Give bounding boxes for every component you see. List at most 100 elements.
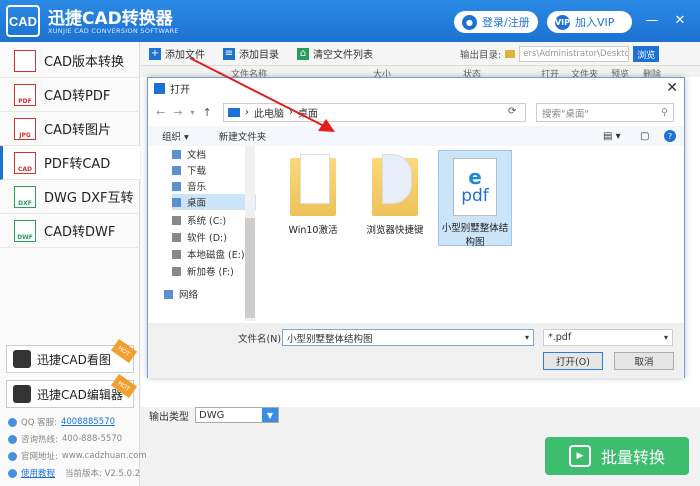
tree-item-network[interactable]: 网络 (164, 286, 248, 302)
image-icon: JPG (14, 117, 36, 140)
tree-label: 网络 (179, 290, 199, 301)
dialog-title: 打开 (170, 84, 190, 96)
filetype-select[interactable]: *.pdf ▾ (543, 329, 673, 346)
cad-editor-icon (13, 385, 31, 403)
book-icon (8, 468, 17, 478)
nav-tree: 文档 下载 音乐 桌面 系统 (C:) 软件 (D:) 本地磁盘 (E:) 新加… (162, 146, 258, 321)
tree-item-drive-d[interactable]: 软件 (D:) (172, 229, 256, 245)
tree-item-downloads[interactable]: 下载 (172, 162, 256, 178)
sidebar-item-cad-dwf[interactable]: DWF CAD转DWF (0, 214, 140, 248)
output-dir-label: 输出目录: (460, 50, 502, 61)
qq-link[interactable]: 4008885570 (61, 417, 115, 427)
desktop-icon (172, 197, 181, 207)
add-dir-button[interactable]: ≡ 添加目录 (223, 46, 279, 61)
clear-label: 清空文件列表 (313, 50, 373, 61)
tree-item-music[interactable]: 音乐 (172, 178, 256, 194)
output-type-select[interactable]: DWG ▼ (195, 407, 279, 423)
output-path-input[interactable]: ers\Administrator\Desktop (519, 46, 630, 62)
preview-pane-icon[interactable]: ▢ (640, 131, 649, 142)
filename-input[interactable]: 小型别墅整体结构图 ▾ (282, 329, 534, 346)
close-icon[interactable]: ✕ (672, 12, 688, 28)
output-type-value: DWG (199, 409, 225, 421)
tree-item-drive-c[interactable]: 系统 (C:) (172, 212, 256, 228)
tree-label: 本地磁盘 (E:) (187, 250, 245, 261)
new-folder-button[interactable]: 新建文件夹 (219, 129, 267, 143)
file-item-browser-shortcuts[interactable]: 浏览器快捷键 (360, 154, 430, 248)
promo-label: 迅捷CAD看图 (37, 352, 111, 367)
sidebar-item-label: CAD转图片 (44, 123, 111, 138)
file-item-win10[interactable]: Win10激活 (278, 154, 348, 248)
address-bar[interactable]: › 此电脑 › 桌面 (223, 103, 526, 122)
batch-label: 批量转换 (600, 448, 665, 467)
search-input[interactable]: 搜索"桌面" ⚲ (536, 103, 674, 122)
sidebar-item-pdf-cad[interactable]: CAD PDF转CAD (0, 146, 140, 180)
tree-item-drive-e[interactable]: 本地磁盘 (E:) (172, 246, 256, 262)
add-file-button[interactable]: + 添加文件 (149, 46, 205, 61)
refresh-icon[interactable]: ⟳ (508, 106, 516, 117)
filename-label: 文件名(N): (238, 334, 285, 345)
sidebar-item-cad-pdf[interactable]: PDF CAD转PDF (0, 78, 140, 112)
qq-icon (8, 417, 17, 427)
chevron-down-icon[interactable]: ▾ (525, 333, 529, 342)
tree-item-desktop[interactable]: 桌面 (172, 194, 256, 210)
folder-icon (372, 154, 418, 216)
folder-icon (505, 50, 516, 58)
open-button[interactable]: 打开(O) (543, 352, 603, 370)
batch-convert-button[interactable]: ▶ 批量转换 (545, 437, 689, 475)
back-arrow-icon[interactable]: ← (156, 106, 165, 119)
sidebar-item-cad-version[interactable]: CAD版本转换 (0, 44, 140, 78)
chevron-down-icon[interactable]: ▾ (664, 333, 668, 342)
help-icon[interactable]: ? (664, 130, 676, 142)
promo-cad-editor[interactable]: 迅捷CAD编辑器 HOT (6, 373, 138, 408)
command-bar: 组织 ▾ 新建文件夹 ▤ ▾ ▢ ? (148, 126, 684, 146)
drive-icon (172, 249, 181, 259)
folder-icon (290, 154, 336, 216)
breadcrumb-desktop[interactable]: 桌面 (298, 105, 318, 120)
column-headers: 文件名称 大小 状态 打开 文件夹 预览 删除 (141, 67, 700, 80)
play-icon: ▶ (568, 445, 591, 467)
up-arrow-icon[interactable]: ↑ (202, 106, 211, 119)
file-item-villa-pdf[interactable]: e pdf 小型别墅整体结构图 (440, 154, 510, 248)
sidebar-item-dwg-dxf[interactable]: DXF DWG DXF互转 (0, 180, 140, 214)
dropdown-icon[interactable]: ▾ (190, 108, 194, 117)
tree-item-documents[interactable]: 文档 (172, 146, 256, 162)
sidebar-item-cad-image[interactable]: JPG CAD转图片 (0, 112, 140, 146)
output-dir: 输出目录: ers\Administrator\Desktop 浏览 (460, 42, 660, 66)
login-button[interactable]: ● 登录/注册 (454, 11, 538, 33)
file-name: 浏览器快捷键 (366, 225, 424, 236)
user-icon: ● (462, 14, 477, 30)
minimize-icon[interactable]: — (644, 12, 660, 28)
clear-icon: ⌂ (297, 47, 309, 60)
filetype-value: *.pdf (548, 332, 572, 343)
promo-cad-viewer[interactable]: 迅捷CAD看图 HOT (6, 338, 138, 373)
pdf-to-cad-icon: CAD (14, 151, 36, 174)
cad-version-icon (14, 49, 36, 72)
tree-label: 系统 (C:) (187, 216, 227, 227)
sidebar-item-label: CAD转DWF (44, 225, 116, 240)
vip-button[interactable]: VIP 加入VIP (547, 11, 632, 33)
tree-label: 音乐 (187, 182, 207, 193)
drive-icon (172, 215, 181, 225)
view-icon[interactable]: ▤ ▾ (603, 131, 621, 142)
tree-label: 下载 (187, 166, 207, 177)
cancel-button[interactable]: 取消 (614, 352, 674, 370)
organize-button[interactable]: 组织 ▾ (162, 129, 189, 143)
computer-icon (228, 108, 240, 117)
info-value: 400-888-5570 (61, 434, 123, 444)
login-label: 登录/注册 (482, 16, 530, 29)
network-icon (164, 289, 173, 299)
dialog-close-icon[interactable]: ✕ (666, 80, 678, 96)
phone-info: 咨询热线: 400-888-5570 (8, 433, 122, 445)
sidebar-item-label: DWG DXF互转 (44, 191, 134, 206)
tutorial-link[interactable]: 使用教程 (21, 467, 55, 479)
browse-button[interactable]: 浏览 (633, 46, 660, 62)
app-small-icon (154, 82, 165, 94)
clear-list-button[interactable]: ⌂ 清空文件列表 (297, 46, 373, 61)
file-name: Win10激活 (288, 225, 338, 236)
tree-item-drive-f[interactable]: 新加卷 (F:) (172, 263, 256, 279)
vip-label: 加入VIP (575, 16, 615, 29)
breadcrumb-pc[interactable]: 此电脑 (254, 105, 284, 120)
forward-arrow-icon[interactable]: → (173, 106, 182, 119)
download-icon (172, 165, 181, 175)
scrollbar-thumb[interactable] (245, 218, 255, 318)
